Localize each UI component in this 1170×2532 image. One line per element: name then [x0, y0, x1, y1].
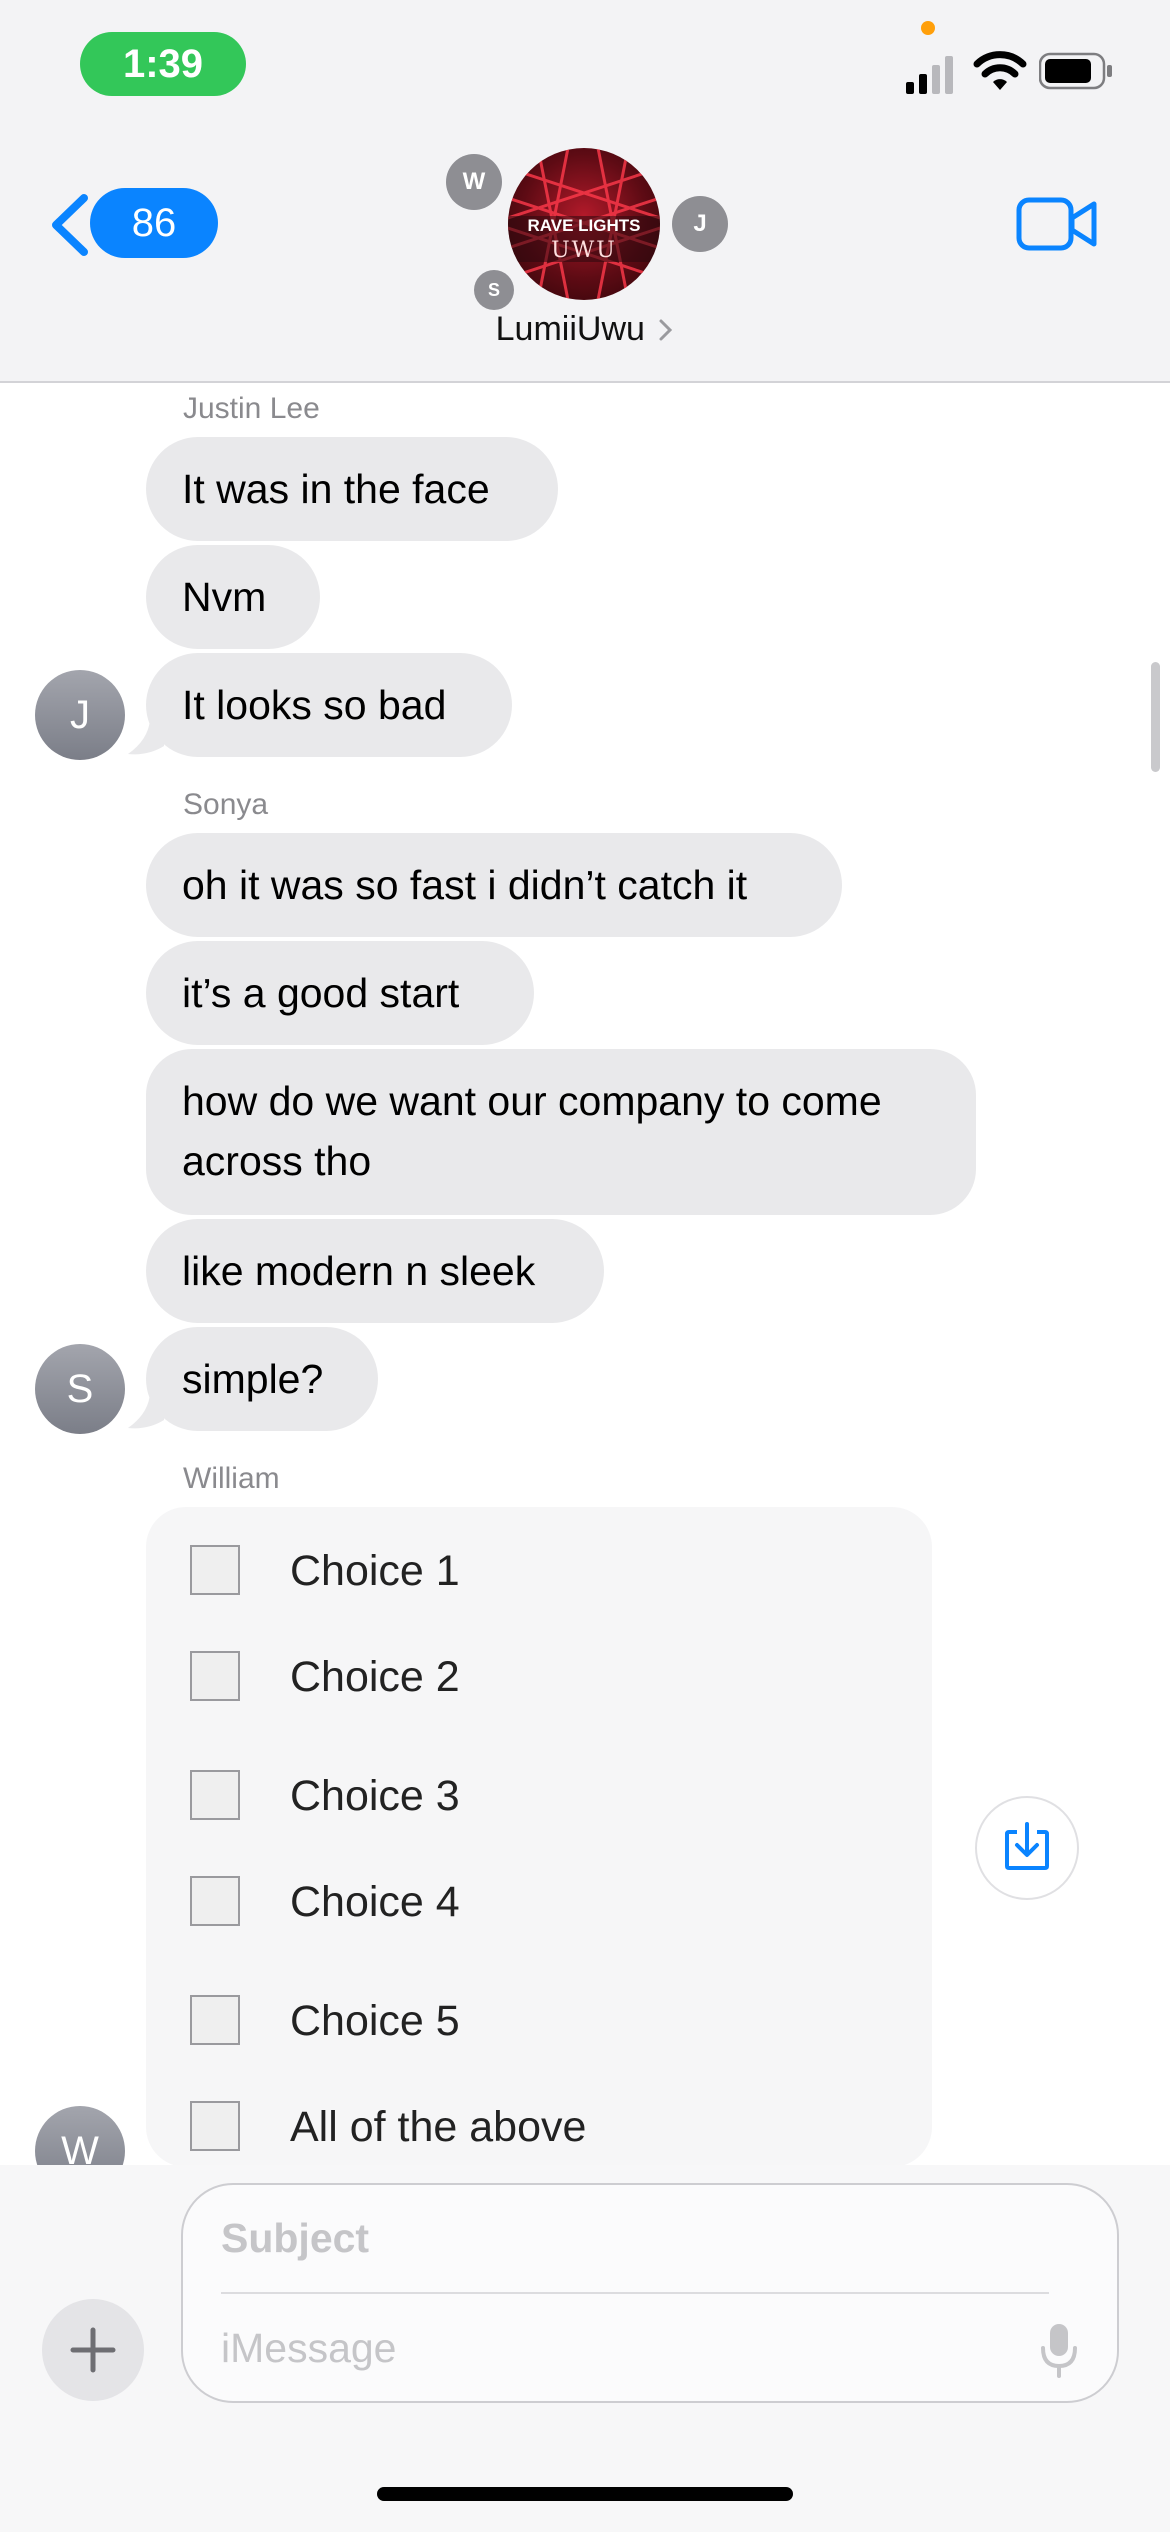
sender-name: Sonya	[183, 788, 269, 821]
microphone-icon[interactable]	[1039, 2322, 1079, 2380]
avatar-justin[interactable]: J	[35, 670, 125, 760]
chevron-right-icon	[659, 319, 673, 341]
message-bubble[interactable]: like modern n sleek	[146, 1219, 604, 1323]
save-attachment-button[interactable]	[975, 1796, 1079, 1900]
video-call-icon[interactable]	[1016, 196, 1098, 252]
member-avatar-j[interactable]: J	[672, 196, 728, 252]
subject-field[interactable]: Subject	[221, 2215, 369, 2262]
choice-label: Choice 5	[290, 1997, 460, 2045]
group-name-button[interactable]: LumiiUwu	[400, 310, 770, 349]
conversation-header: 1:39 86 W J S RAVE LIGHTS UWU LumiiUwu	[0, 0, 1170, 383]
scroll-indicator[interactable]	[1151, 662, 1160, 772]
choice-label: Choice 3	[290, 1772, 460, 1820]
choice-label: Choice 1	[290, 1547, 460, 1595]
message-bubble[interactable]: It looks so bad	[146, 653, 512, 757]
group-avatar-line2: UWU	[551, 238, 617, 263]
status-time: 1:39	[80, 32, 246, 96]
checkbox[interactable]	[190, 1545, 240, 1595]
message-bubble[interactable]: how do we want our company to come acros…	[146, 1049, 976, 1215]
poll-card[interactable]: Choice 1 Choice 2 Choice 3 Choice 4 Choi…	[146, 1507, 932, 2167]
choice-label: Choice 4	[290, 1878, 460, 1926]
wifi-icon	[973, 51, 1027, 90]
message-input-box[interactable]: Subject iMessage	[181, 2183, 1119, 2403]
cellular-signal-icon	[906, 56, 953, 94]
group-avatar-line1: RAVE LIGHTS	[527, 216, 641, 235]
avatar-sonya[interactable]: S	[35, 1344, 125, 1434]
checkbox[interactable]	[190, 2101, 240, 2151]
back-button[interactable]: 86	[48, 188, 218, 258]
battery-icon	[1039, 52, 1112, 90]
member-avatar-w[interactable]: W	[446, 154, 502, 210]
checkbox[interactable]	[190, 1651, 240, 1701]
apps-plus-button[interactable]	[42, 2299, 144, 2401]
message-bubble[interactable]: it’s a good start	[146, 941, 534, 1045]
message-field[interactable]: iMessage	[221, 2325, 396, 2372]
message-bubble[interactable]: It was in the face	[146, 437, 558, 541]
message-bubble[interactable]: oh it was so fast i didn’t catch it	[146, 833, 842, 937]
checkbox[interactable]	[190, 1770, 240, 1820]
checkbox[interactable]	[190, 1876, 240, 1926]
choice-label: Choice 2	[290, 1653, 460, 1701]
group-avatar[interactable]: RAVE LIGHTS UWU	[508, 148, 660, 300]
message-bubble[interactable]: simple?	[146, 1327, 378, 1431]
mic-in-use-indicator	[921, 21, 935, 35]
chevron-left-icon	[52, 194, 88, 256]
plus-icon	[70, 2327, 116, 2373]
sender-name: Justin Lee	[183, 392, 320, 425]
download-icon	[1005, 1822, 1049, 1870]
home-indicator[interactable]	[377, 2487, 793, 2501]
sender-name: William	[183, 1462, 280, 1495]
checkbox[interactable]	[190, 1995, 240, 2045]
field-divider	[221, 2292, 1049, 2294]
message-bubble[interactable]: Nvm	[146, 545, 320, 649]
choice-label: All of the above	[290, 2103, 587, 2151]
group-name: LumiiUwu	[495, 310, 645, 348]
unread-count-badge: 86	[90, 188, 218, 258]
